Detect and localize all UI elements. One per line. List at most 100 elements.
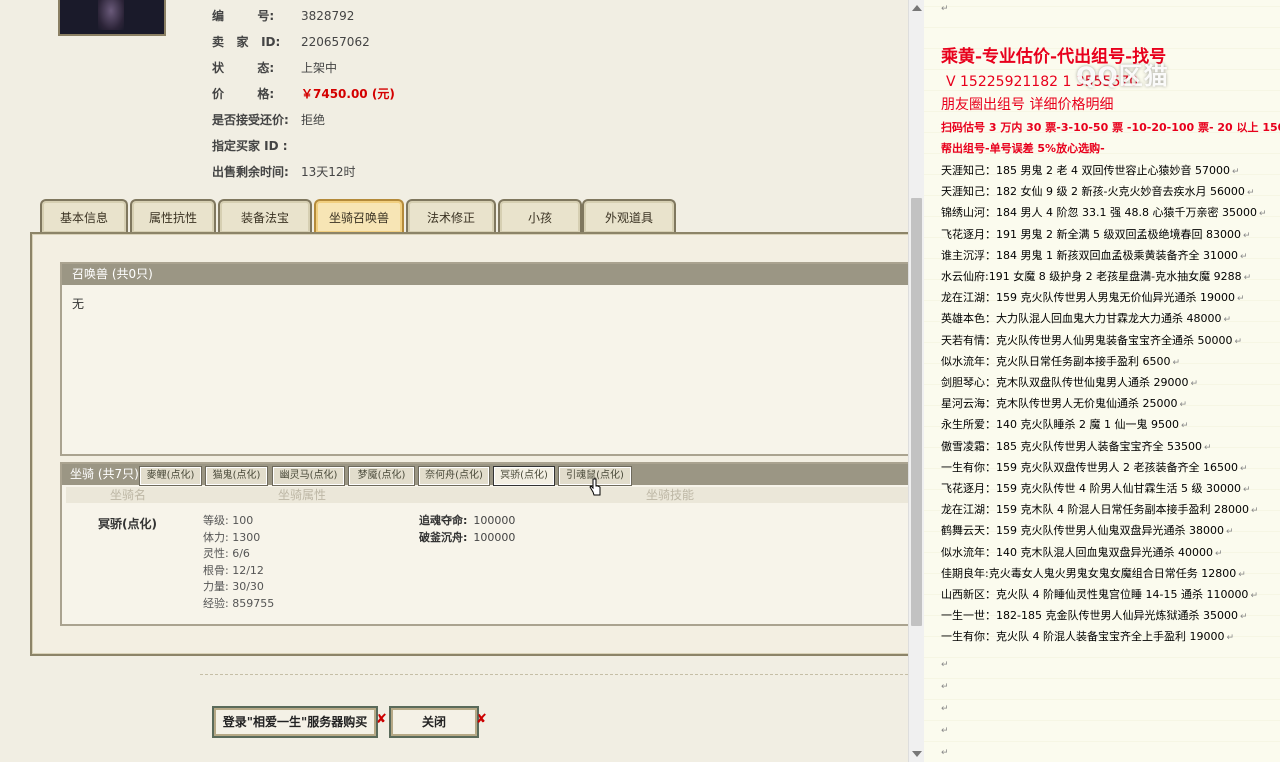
skill-name: 追魂夺命: (419, 514, 468, 527)
paragraph-mark-icon: ↵ (1246, 188, 1255, 199)
info-row: 价 格: ￥7450.00 (元) (212, 84, 612, 104)
col-mount-attr: 坐骑属性 (278, 488, 327, 502)
paragraph-mark-icon: ↵ (1203, 442, 1212, 453)
account-line: 似水流年：140 克木队混人回血鬼双盘异光通杀 40000 ↵ (941, 544, 1223, 560)
mount-tab[interactable]: 幽灵马(点化) (272, 466, 345, 486)
mount-stat: 灵性: 6/6 (203, 547, 250, 560)
paragraph-mark-icon: ↵ (1239, 251, 1248, 262)
vertical-scrollbar[interactable] (908, 0, 925, 762)
mount-tab[interactable]: 梦魇(点化) (348, 466, 415, 486)
item-thumbnail (58, 0, 166, 36)
mount-tab[interactable]: 麥鲤(点化) (139, 466, 202, 486)
account-text: 剑胆琴心：克木队双盘队传世仙鬼男人通杀 29000 (941, 376, 1189, 389)
account-text: 似水流年：克火队日常任务副本接手盈利 6500 (941, 354, 1171, 368)
account-line: 鹤舞云天：159 克火队传世男人仙鬼双盘异光通杀 38000 ↵ (941, 522, 1234, 538)
info-value: 3828792 (301, 9, 355, 23)
account-text: 山西新区：克火队 4 阶睡仙灵性鬼宫位睡 14-15 通杀 110000 (941, 588, 1249, 601)
paragraph-mark-icon: ↵ (1250, 591, 1258, 601)
info-label: 指定买家 ID : (212, 139, 288, 153)
mount-stat: 根骨: 12/12 (203, 563, 264, 577)
paragraph-mark-icon: ↵ (1180, 421, 1189, 432)
info-value: 上架中 (301, 61, 338, 75)
paragraph-mark-icon: ↵ (1190, 379, 1199, 389)
account-line: 飞花逐月：159 克火队传世 4 阶男人仙甘霖生活 5 级 30000 ↵ (941, 480, 1251, 496)
paragraph-mark-icon: ↵ (941, 4, 949, 14)
mount-tab[interactable]: 猫鬼(点化) (205, 466, 268, 486)
account-line: 锦绣山河：184 男人 4 阶忽 33.1 强 48.8 心猿千万亲密 3500… (941, 204, 1267, 220)
account-line: 天涯知己：185 男鬼 2 老 4 双回传世容止心猿妙音 57000 ↵ (941, 162, 1240, 178)
info-label: 是否接受还价: (212, 113, 289, 127)
paragraph-mark-icon: ↵ (941, 682, 949, 692)
account-line: 一生有你：159 克火队双盘传世男人 2 老孩装备齐全 16500 ↵ (941, 459, 1248, 475)
mount-name: 冥骄(点化) (98, 517, 157, 531)
document-panel: 乘黄-专业估价-代出组号-找号 V 15225921182 1 3555570 … (924, 0, 1280, 762)
paragraph-mark-icon: ↵ (1242, 230, 1251, 241)
info-row: 状 态: 上架中 (212, 58, 612, 78)
info-row: 出售剩余时间: 13天12时 (212, 162, 612, 182)
close-button[interactable]: 关闭 (389, 706, 479, 738)
paragraph-mark-icon: ↵ (1179, 400, 1188, 411)
scroll-down-icon[interactable] (912, 751, 922, 757)
account-text: 英雄本色：大力队混人回血鬼大力甘霖龙大力通杀 48000 (941, 312, 1222, 326)
tab-6[interactable]: 小孩 (498, 199, 582, 233)
info-value: 220657062 (301, 35, 370, 49)
account-line: 佳期良年:克火毒女人鬼火男鬼女鬼女魔组合日常任务 12800 ↵ (941, 565, 1246, 581)
paragraph-mark-icon: ↵ (1243, 273, 1252, 283)
doc-friend-circle: 朋友圈出组号 详细价格明细 (941, 97, 1114, 113)
summon-section: 召唤兽 (共0只) 无 (60, 262, 908, 456)
paragraph-mark-icon: ↵ (1242, 485, 1251, 495)
hand-cursor-icon (589, 478, 601, 496)
account-text: 鹤舞云天：159 克火队传世男人仙鬼双盘异光通杀 38000 (941, 524, 1224, 538)
scroll-thumb[interactable] (911, 198, 922, 626)
mount-tab[interactable]: 奈何舟(点化) (418, 466, 490, 486)
info-row: 卖 家 ID: 220657062 (212, 32, 612, 52)
watermark-logo: QQ区猫 (1076, 62, 1169, 90)
account-text: 龙在江湖：159 克木队 4 阶混人日常任务副本接手盈利 28000 (941, 503, 1249, 517)
info-row: 编 号: 3828792 (212, 6, 612, 26)
tab-1[interactable]: 基本信息 (40, 199, 128, 233)
divider (200, 674, 908, 675)
mount-stat: 经验: 859755 (203, 596, 275, 610)
paragraph-mark-icon: ↵ (941, 748, 949, 758)
summon-empty-text: 无 (72, 297, 85, 311)
account-line: 剑胆琴心：克木队双盘队传世仙鬼男人通杀 29000 ↵ (941, 374, 1198, 390)
account-text: 似水流年：140 克木队混人回血鬼双盘异光通杀 40000 (941, 545, 1213, 559)
buy-button[interactable]: 登录"相爱一生"服务器购买 (212, 706, 378, 738)
listing-page: 编 号: 3828792 卖 家 ID: 220657062 状 态: 上架中价 格: ￥7… (0, 0, 908, 762)
paragraph-mark-icon: ↵ (1214, 548, 1223, 559)
info-value: ￥7450.00 (元) (301, 87, 395, 101)
paragraph-mark-icon: ↵ (1239, 612, 1248, 623)
account-text: 锦绣山河：184 男人 4 阶忽 33.1 强 48.8 心猿千万亲密 3500… (941, 206, 1257, 220)
account-line: 一生有你：克火队 4 阶混人装备宝宝齐全上手盈利 19000 ↵ (941, 628, 1234, 644)
skill-name: 破釜沉舟: (419, 530, 468, 544)
tab-2[interactable]: 属性抗性 (130, 199, 216, 233)
account-text: 天涯知己：185 男鬼 2 老 4 双回传世容止心猿妙音 57000 (941, 164, 1230, 177)
paragraph-mark-icon: ↵ (941, 704, 949, 714)
info-label: 编 号: (212, 9, 275, 23)
tab-5[interactable]: 法术修正 (406, 199, 496, 233)
tab-3[interactable]: 装备法宝 (218, 199, 312, 233)
account-line: 龙在江湖：159 克火队传世男人男鬼无价仙异光通杀 19000 ↵ (941, 289, 1245, 305)
doc-promo-2: 帮出组号-单号误差 5%放心选购- (941, 142, 1105, 155)
account-text: 天涯知己：182 女仙 9 级 2 新孩-火克火妙音去疾水月 56000 (941, 185, 1245, 199)
account-text: 飞花逐月：159 克火队传世 4 阶男人仙甘霖生活 5 级 30000 (941, 482, 1241, 495)
mount-table-header: 坐骑名 坐骑属性 坐骑技能 (66, 487, 908, 503)
account-text: 飞花逐月：191 男鬼 2 新全满 5 级双回孟极绝境春回 83000 (941, 227, 1241, 241)
mount-tab[interactable]: 冥骄(点化) (493, 466, 555, 486)
scroll-up-icon[interactable] (912, 5, 922, 11)
tab-4[interactable]: 坐骑召唤兽 (314, 199, 404, 233)
summon-header: 召唤兽 (共0只) (62, 264, 908, 285)
account-text: 一生有你：克火队 4 阶混人装备宝宝齐全上手盈利 19000 (941, 630, 1225, 644)
tab-7[interactable]: 外观道具 (582, 199, 676, 233)
account-text: 龙在江湖：159 克火队传世男人男鬼无价仙异光通杀 19000 (941, 291, 1235, 305)
account-text: 永生所爱：140 克火队睡杀 2 魔 1 仙一鬼 9500 (941, 418, 1179, 432)
account-text: 天若有情：克火队传世男人仙男鬼装备宝宝齐全通杀 50000 (941, 333, 1233, 347)
paragraph-mark-icon: ↵ (1258, 209, 1267, 220)
skill-value: 100000 (473, 514, 516, 527)
info-label: 价 格: (212, 87, 275, 101)
paragraph-mark-icon: ↵ (1238, 569, 1246, 580)
col-mount-skill: 坐骑技能 (646, 488, 695, 502)
paragraph-mark-icon: ↵ (1225, 527, 1234, 538)
account-line: 永生所爱：140 克火队睡杀 2 魔 1 仙一鬼 9500 ↵ (941, 416, 1189, 432)
mount-stat: 体力: 1300 (203, 530, 261, 544)
